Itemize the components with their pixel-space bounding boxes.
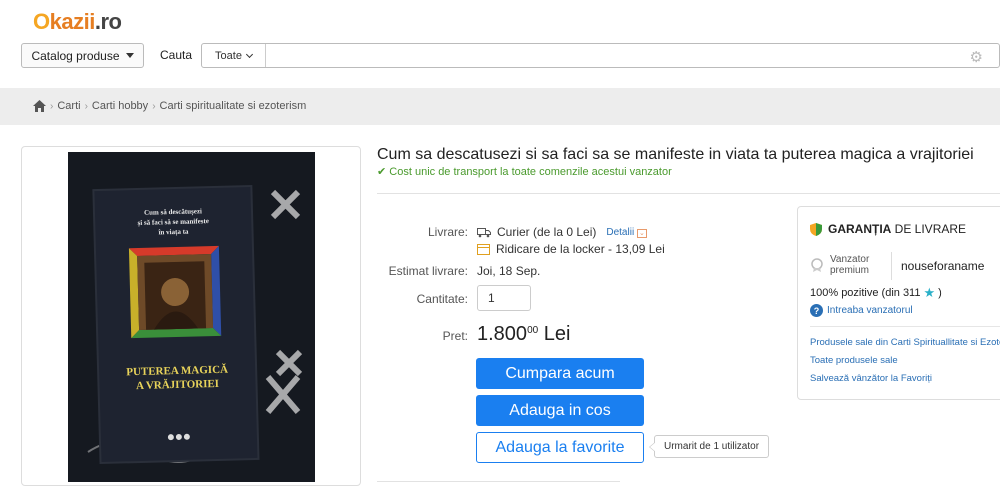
rating-close: )	[938, 287, 942, 299]
price-currency: Lei	[543, 323, 571, 345]
product-image-box[interactable]: Cum să descătușezi și să faci să se mani…	[21, 146, 361, 486]
seller-name[interactable]: nouseforaname	[901, 259, 984, 273]
premium-badge: Vanzator premium	[810, 254, 869, 276]
logo-tld: .ro	[94, 9, 122, 34]
breadcrumb-bar: › Carti › Carti hobby › Carti spirituali…	[0, 88, 1000, 125]
product-photo[interactable]: Cum să descătușezi și să faci să se mani…	[68, 152, 315, 482]
buy-now-button[interactable]: Cumpara acum	[476, 358, 644, 389]
rating-text: 100% pozitive (din 311	[810, 287, 921, 299]
locker-text: Ridicare de la locker - 13,09 Lei	[496, 242, 665, 256]
premium-line1: Vanzator	[830, 254, 870, 265]
product-title: Cum sa descatusezi si sa faci sa se mani…	[377, 146, 974, 163]
gear-icon[interactable]: ⚙	[970, 48, 983, 66]
add-to-favorites-button[interactable]: Adauga la favorite	[476, 432, 644, 463]
details-link[interactable]: Detalii ⌄	[606, 226, 647, 238]
search-scope-value: Toate	[215, 49, 242, 62]
logo-text: kazii	[49, 9, 96, 34]
locker-option: Ridicare de la locker - 13,09 Lei	[477, 242, 665, 256]
logo-letter: O	[33, 9, 50, 34]
breadcrumb-separator: ›	[152, 100, 156, 112]
estimate-value: Joi, 18 Sep.	[477, 264, 541, 278]
courier-text: Curier (de la 0 Lei)	[497, 225, 597, 239]
watchers-badge: Urmarit de 1 utilizator	[648, 435, 770, 458]
price-cents: 00	[527, 325, 539, 336]
seller-category-link[interactable]: Produsele sale din Carti Spirituallitate…	[810, 337, 1000, 348]
search-bar: Toate ⚙	[201, 43, 1000, 68]
seller-panel: GARANȚIA DE LIVRARE Vanzator premium nous…	[797, 206, 1000, 400]
premium-line2: premium	[830, 265, 869, 276]
divider	[810, 326, 1000, 327]
details-link-text: Detalii	[606, 226, 635, 238]
divider	[377, 193, 1000, 194]
shipping-note-text: Cost unic de transport la toate comenzil…	[389, 166, 672, 178]
breadcrumb-separator: ›	[50, 100, 54, 112]
guarantee-bold: GARANȚIA	[828, 222, 892, 236]
quantity-label: Cantitate:	[416, 292, 468, 306]
chevron-down-icon: ⌄	[636, 228, 647, 238]
book-cover-image: Cum să descătușezi și să faci să se mani…	[68, 152, 315, 482]
seller-all-products-link[interactable]: Toate produsele sale	[810, 355, 898, 366]
truck-icon	[477, 227, 491, 237]
courier-option: Curier (de la 0 Lei) Detalii ⌄	[477, 225, 647, 239]
shield-icon	[810, 222, 822, 236]
breadcrumb: › Carti › Carti hobby › Carti spirituali…	[33, 100, 306, 112]
breadcrumb-item[interactable]: Carti hobby	[92, 100, 148, 112]
caret-down-icon	[125, 53, 134, 58]
premium-icon	[811, 258, 823, 272]
quantity-input[interactable]: 1	[477, 285, 531, 311]
ask-seller-text: Intreaba vanzatorul	[827, 305, 913, 316]
breadcrumb-separator: ›	[84, 100, 88, 112]
chevron-down-icon	[245, 50, 253, 58]
estimate-label: Estimat livrare:	[388, 264, 468, 278]
site-logo[interactable]: Okazii.ro	[33, 9, 122, 35]
locker-icon	[477, 244, 490, 255]
price-main: 1.800	[477, 323, 528, 345]
guarantee-rest: DE LIVRARE	[894, 222, 967, 236]
checkmark-icon: ✔	[377, 166, 387, 178]
svg-text:în viața ta: în viața ta	[157, 228, 189, 237]
star-icon: ★	[923, 285, 936, 300]
seller-rating[interactable]: 100% pozitive (din 311 ★ )	[810, 285, 942, 301]
search-scope-select[interactable]: Toate	[202, 44, 266, 67]
breadcrumb-item[interactable]: Carti	[57, 100, 80, 112]
catalog-label: Catalog produse	[31, 48, 120, 63]
breadcrumb-item[interactable]: Carti spiritualitate si ezoterism	[160, 100, 307, 112]
home-icon[interactable]	[33, 100, 46, 112]
question-icon: ?	[810, 304, 823, 317]
price-value: 1.80000 Lei	[477, 323, 570, 346]
delivery-label: Livrare:	[427, 225, 468, 239]
divider	[377, 481, 620, 482]
add-to-cart-button[interactable]: Adauga in cos	[476, 395, 644, 426]
price-label: Pret:	[442, 329, 468, 343]
svg-text:A VRĂJITORIEI: A VRĂJITORIEI	[136, 378, 219, 392]
delivery-guarantee[interactable]: GARANȚIA DE LIVRARE	[810, 222, 966, 236]
shipping-note: ✔ Cost unic de transport la toate comenz…	[377, 165, 672, 178]
catalog-button[interactable]: Catalog produse	[21, 43, 144, 68]
search-label: Cauta	[160, 48, 193, 62]
save-seller-link[interactable]: Salvează vânzător la Favoriți	[810, 373, 932, 384]
svg-text:Cum să descătușezi: Cum să descătușezi	[144, 207, 202, 217]
ask-seller-link[interactable]: ? Intreaba vanzatorul	[810, 304, 913, 317]
divider	[891, 252, 892, 280]
search-input[interactable]	[268, 46, 958, 65]
